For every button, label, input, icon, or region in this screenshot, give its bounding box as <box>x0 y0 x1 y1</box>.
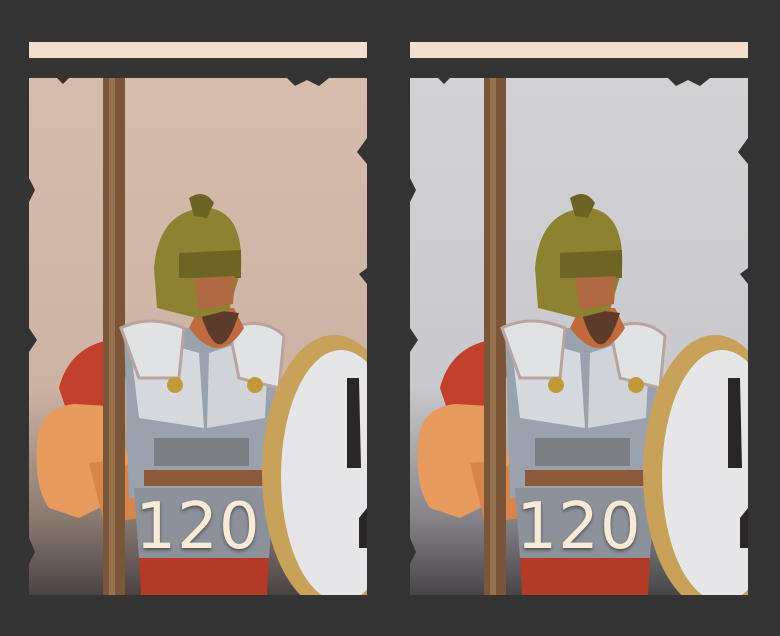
unit-cost-label: 120 <box>135 490 261 564</box>
unit-card-right[interactable]: 120 <box>410 42 748 595</box>
card-title-bar <box>29 42 367 58</box>
card-title-bar <box>410 42 748 58</box>
unit-cost-label: 120 <box>516 490 642 564</box>
unit-card-left[interactable]: 120 <box>29 42 367 595</box>
